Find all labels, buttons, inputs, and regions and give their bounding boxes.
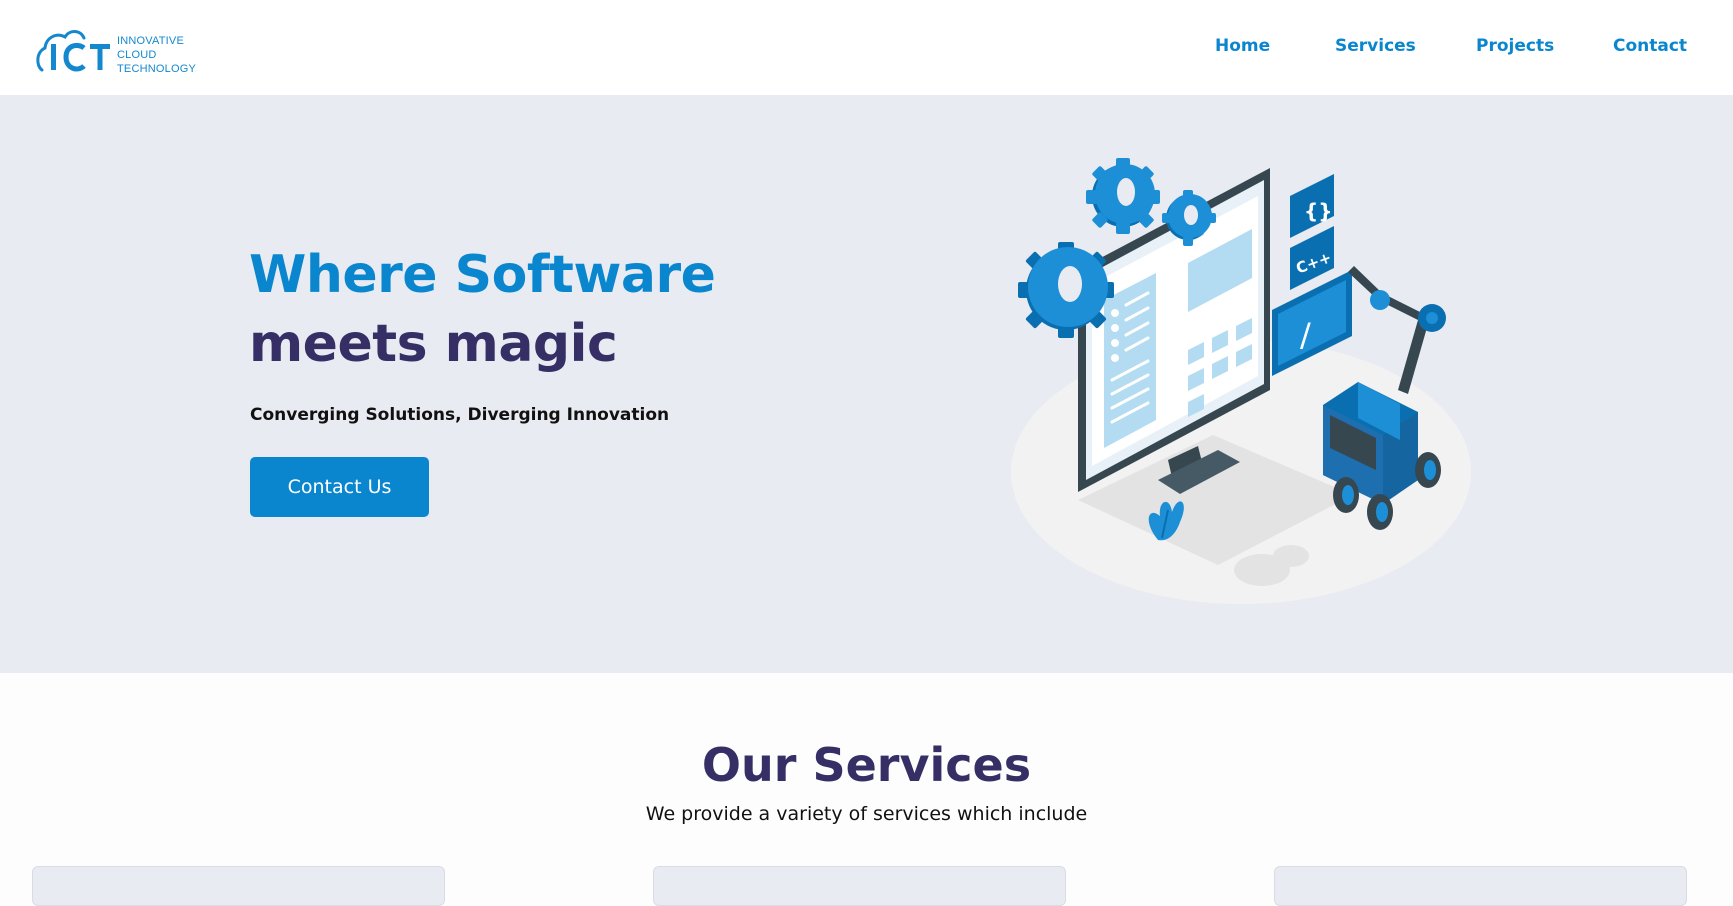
code-braces-badge: {} <box>1290 174 1334 238</box>
badge-braces-label: {} <box>1304 199 1332 223</box>
service-card[interactable] <box>1274 866 1687 906</box>
contact-us-button[interactable]: Contact Us <box>250 457 429 517</box>
cpp-badge: C++ <box>1290 226 1334 290</box>
gear-icon <box>1018 242 1114 338</box>
logo-wordmark: INNOVATIVE CLOUD TECHNOLOGY <box>117 34 196 76</box>
logo-line-innovative: INNOVATIVE <box>117 35 184 47</box>
hero-section: Where Software meets magic Converging So… <box>0 95 1733 673</box>
services-title: Our Services <box>701 738 1032 792</box>
logo-line-cloud: CLOUD <box>117 49 157 61</box>
cloud-logo-icon <box>36 30 110 72</box>
site-header: INNOVATIVE CLOUD TECHNOLOGY Home Service… <box>0 0 1733 95</box>
nav-services[interactable]: Services <box>1335 36 1416 56</box>
nav-home[interactable]: Home <box>1215 36 1270 56</box>
badge-slash-label: / <box>1300 316 1311 354</box>
gear-icon <box>1086 158 1160 234</box>
services-subtitle: We provide a variety of services which i… <box>645 803 1088 825</box>
service-card[interactable] <box>32 866 445 906</box>
nav-projects[interactable]: Projects <box>1476 36 1554 56</box>
service-card[interactable] <box>653 866 1066 906</box>
hero-title-line-2: meets magic <box>249 314 618 374</box>
nav-contact[interactable]: Contact <box>1613 36 1687 56</box>
ict-logo[interactable]: INNOVATIVE CLOUD TECHNOLOGY <box>36 26 196 76</box>
hero-title-line-1: Where Software <box>249 245 716 305</box>
software-robot-illustration: {} C++ / <box>1011 158 1471 604</box>
logo-line-technology: TECHNOLOGY <box>117 63 197 75</box>
hero-tagline: Converging Solutions, Diverging Innovati… <box>250 405 670 425</box>
